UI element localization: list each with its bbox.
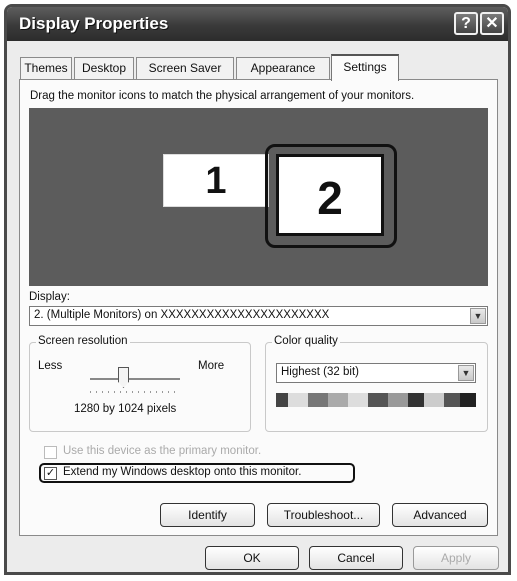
tab-themes[interactable]: Themes — [20, 57, 72, 79]
resolution-slider-thumb[interactable] — [118, 367, 129, 388]
advanced-button[interactable]: Advanced — [392, 503, 488, 527]
color-quality-group: Color quality Highest (32 bit) ▼ — [265, 335, 488, 432]
extend-desktop-label[interactable]: Extend my Windows desktop onto this moni… — [63, 466, 301, 478]
primary-monitor-label: Use this device as the primary monitor. — [63, 445, 262, 457]
display-properties-window: Display Properties ? ✕ Themes Desktop Sc… — [4, 4, 511, 575]
resolution-slider-track[interactable] — [90, 378, 180, 380]
resolution-value: 1280 by 1024 pixels — [74, 403, 177, 415]
title-bar[interactable]: Display Properties ? ✕ — [7, 7, 508, 41]
color-quality-value: Highest (32 bit) — [281, 366, 359, 378]
display-select[interactable]: 2. (Multiple Monitors) on XXXXXXXXXXXXXX… — [29, 306, 488, 326]
tab-settings[interactable]: Settings — [331, 54, 399, 81]
screen-resolution-group: Screen resolution Less More 1280 by 1024… — [29, 335, 251, 432]
monitor-arrangement-area[interactable]: 1 2 — [29, 108, 488, 286]
instruction-text: Drag the monitor icons to match the phys… — [30, 90, 415, 102]
primary-monitor-checkbox[interactable] — [44, 446, 57, 459]
extend-desktop-checkbox[interactable]: ✓ — [44, 467, 57, 480]
color-quality-title: Color quality — [272, 335, 340, 347]
screen-resolution-title: Screen resolution — [36, 335, 130, 347]
settings-panel: Drag the monitor icons to match the phys… — [19, 79, 498, 536]
color-quality-select[interactable]: Highest (32 bit) ▼ — [276, 363, 476, 383]
monitor-1[interactable]: 1 — [163, 154, 269, 207]
resolution-less-label: Less — [38, 360, 63, 372]
window-title: Display Properties — [19, 14, 169, 33]
color-preview-bar — [276, 393, 476, 407]
troubleshoot-button[interactable]: Troubleshoot... — [267, 503, 380, 527]
tab-desktop[interactable]: Desktop — [74, 57, 134, 79]
resolution-more-label: More — [198, 360, 225, 372]
tab-screen-saver[interactable]: Screen Saver — [136, 57, 234, 79]
apply-button[interactable]: Apply — [413, 546, 499, 570]
close-button[interactable]: ✕ — [480, 12, 504, 35]
chevron-down-icon[interactable]: ▼ — [458, 365, 474, 381]
ok-button[interactable]: OK — [205, 546, 299, 570]
display-value: 2. (Multiple Monitors) on XXXXXXXXXXXXXX… — [34, 309, 330, 321]
help-button[interactable]: ? — [454, 12, 478, 35]
identify-button[interactable]: Identify — [160, 503, 255, 527]
resolution-slider-ticks — [90, 391, 180, 393]
display-label: Display: — [29, 291, 70, 303]
cancel-button[interactable]: Cancel — [309, 546, 403, 570]
chevron-down-icon[interactable]: ▼ — [470, 308, 486, 324]
monitor-2[interactable]: 2 — [276, 154, 384, 236]
tab-appearance[interactable]: Appearance — [236, 57, 330, 79]
